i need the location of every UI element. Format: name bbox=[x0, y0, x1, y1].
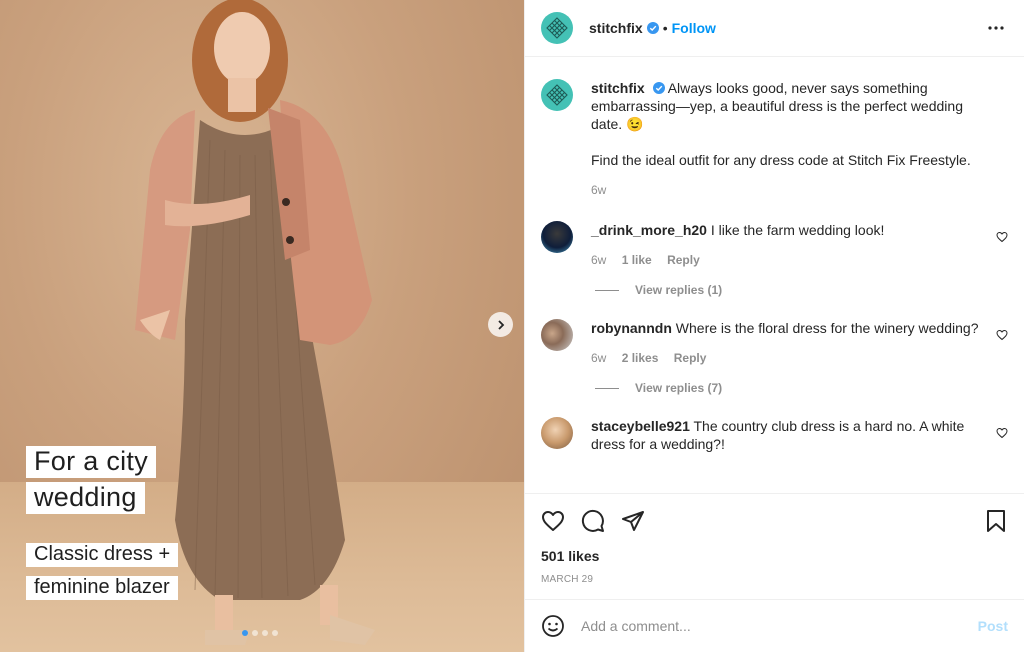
comment-text: I like the farm wedding look! bbox=[710, 222, 885, 238]
comments-list[interactable]: stitchfix Always looks good, never says … bbox=[525, 57, 1024, 493]
post-comment-button[interactable]: Post bbox=[978, 618, 1008, 634]
comment-item: staceybelle921 The country club dress is… bbox=[541, 417, 1008, 453]
carousel-dot bbox=[272, 630, 278, 636]
post-actions: 501 likes MARCH 29 bbox=[525, 493, 1024, 599]
commenter-avatar[interactable] bbox=[541, 417, 573, 449]
commenter-avatar[interactable] bbox=[541, 319, 573, 351]
comment-username[interactable]: robynanndn bbox=[591, 320, 672, 336]
verified-badge-icon bbox=[646, 22, 659, 34]
bookmark-icon[interactable] bbox=[984, 509, 1008, 533]
post-caption: stitchfix Always looks good, never says … bbox=[541, 79, 1008, 197]
post-side-panel: stitchfix • Follow stitchfix Always look… bbox=[524, 0, 1024, 652]
caption-sub-line-1: Classic dress + bbox=[26, 543, 179, 567]
heart-icon[interactable] bbox=[996, 231, 1008, 243]
likes-count[interactable]: 501 likes bbox=[541, 548, 1008, 564]
stitchfix-logo-icon bbox=[546, 17, 568, 39]
comment-item: robynanndn Where is the floral dress for… bbox=[541, 319, 1008, 365]
comment-text: Where is the floral dress for the winery… bbox=[675, 320, 979, 336]
carousel-dot bbox=[252, 630, 258, 636]
carousel-dot bbox=[262, 630, 268, 636]
comment-input[interactable] bbox=[581, 618, 978, 634]
next-slide-button[interactable] bbox=[488, 312, 513, 337]
stitchfix-avatar[interactable] bbox=[541, 12, 573, 44]
caption-body-2: Find the ideal outfit for any dress code… bbox=[591, 152, 971, 168]
follow-button[interactable]: Follow bbox=[672, 20, 716, 36]
caption-age[interactable]: 6w bbox=[591, 183, 606, 197]
carousel-dot-active bbox=[242, 630, 248, 636]
header-username[interactable]: stitchfix bbox=[589, 20, 643, 36]
add-comment-bar: Post bbox=[525, 599, 1024, 652]
emoji-icon[interactable] bbox=[541, 614, 565, 638]
carousel-indicator bbox=[242, 630, 278, 636]
comment-age[interactable]: 6w bbox=[591, 351, 606, 365]
view-replies-label: View replies (7) bbox=[635, 381, 723, 395]
view-replies-button[interactable]: View replies (7) bbox=[595, 381, 1008, 395]
reply-button[interactable]: Reply bbox=[667, 253, 700, 267]
replies-divider bbox=[595, 289, 619, 291]
commenter-avatar[interactable] bbox=[541, 221, 573, 253]
caption-title-line-2: wedding bbox=[26, 482, 145, 514]
instagram-post: For a city wedding Classic dress + femin… bbox=[0, 0, 1024, 652]
more-options-button[interactable] bbox=[984, 16, 1008, 40]
caption-body: Always looks good, never says something … bbox=[591, 80, 963, 132]
caption-text: stitchfix Always looks good, never says … bbox=[591, 79, 991, 133]
caption-title-line-1: For a city bbox=[26, 446, 157, 478]
header-separator: • bbox=[662, 20, 668, 36]
comment-username[interactable]: staceybelle921 bbox=[591, 418, 690, 434]
heart-icon[interactable] bbox=[996, 427, 1008, 439]
share-send-icon[interactable] bbox=[621, 509, 645, 533]
caption-username[interactable]: stitchfix bbox=[591, 80, 645, 96]
comment-likes[interactable]: 1 like bbox=[622, 253, 652, 267]
chevron-right-icon bbox=[497, 319, 504, 330]
view-replies-button[interactable]: View replies (1) bbox=[595, 283, 1008, 297]
heart-icon[interactable] bbox=[996, 329, 1008, 341]
reply-button[interactable]: Reply bbox=[674, 351, 707, 365]
caption-avatar[interactable] bbox=[541, 79, 573, 111]
post-header: stitchfix • Follow bbox=[525, 0, 1024, 57]
post-image[interactable]: For a city wedding Classic dress + femin… bbox=[0, 0, 524, 652]
comment-item: _drink_more_h20 I like the farm wedding … bbox=[541, 221, 1008, 267]
comment-likes[interactable]: 2 likes bbox=[622, 351, 659, 365]
view-replies-label: View replies (1) bbox=[635, 283, 723, 297]
comment-age[interactable]: 6w bbox=[591, 253, 606, 267]
post-date[interactable]: MARCH 29 bbox=[541, 574, 1008, 585]
comment-username[interactable]: _drink_more_h20 bbox=[591, 222, 707, 238]
comment-bubble-icon[interactable] bbox=[581, 509, 605, 533]
more-horizontal-icon bbox=[988, 26, 1004, 30]
caption-sub-line-2: feminine blazer bbox=[26, 576, 178, 600]
stitchfix-logo-icon bbox=[546, 84, 568, 106]
like-heart-icon[interactable] bbox=[541, 509, 565, 533]
verified-badge-icon bbox=[652, 82, 665, 94]
replies-divider bbox=[595, 387, 619, 389]
